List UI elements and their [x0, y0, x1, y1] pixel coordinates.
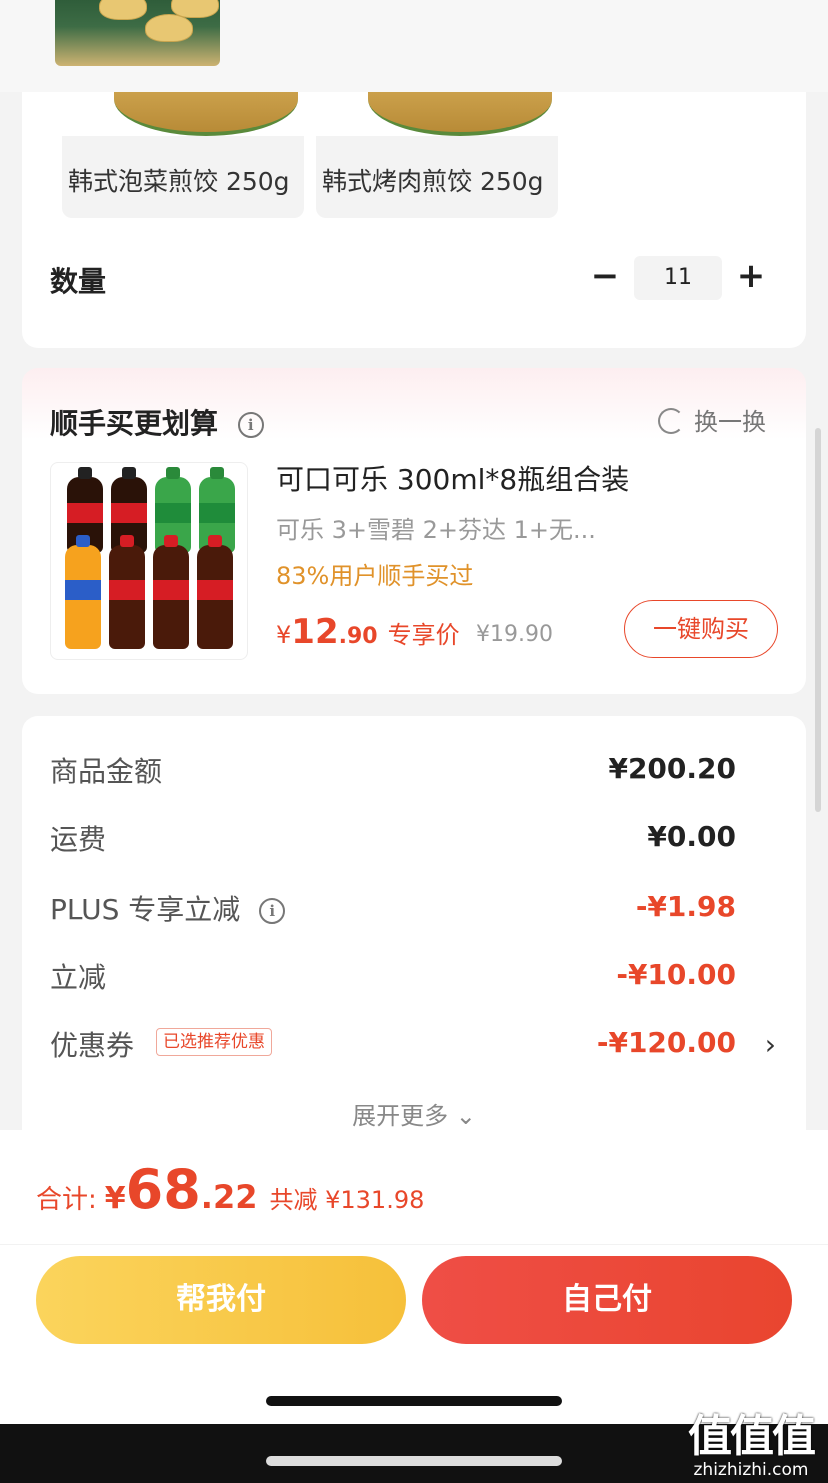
- summary-value-discount: -¥10.00: [616, 958, 736, 991]
- refresh-label: 换一换: [694, 408, 766, 436]
- sku-name: 韩式泡菜煎饺 250g: [68, 167, 290, 196]
- summary-value-shipping: ¥0.00: [647, 820, 736, 853]
- sku-option[interactable]: 韩式泡菜煎饺 250g: [62, 92, 304, 218]
- watermark-logo: 值值值: [688, 1411, 816, 1462]
- quantity-plus-button[interactable]: +: [736, 256, 766, 296]
- quantity-label: 数量: [50, 265, 107, 298]
- refresh-icon: [658, 408, 684, 434]
- checkout-bar: 合计: ¥68.22 共减 ¥131.98 帮我付 自己付: [0, 1130, 828, 1424]
- original-price: ¥19.90: [476, 622, 553, 647]
- summary-label-coupon[interactable]: 优惠券: [50, 1024, 134, 1064]
- upsell-product-desc: 可乐 3+雪碧 2+芬达 1+无...: [276, 516, 596, 544]
- home-indicator[interactable]: [266, 1396, 562, 1406]
- price-integer: 12: [291, 612, 339, 652]
- price-decimal: .90: [338, 624, 378, 649]
- coupon-badge[interactable]: 已选推荐优惠: [156, 1028, 272, 1056]
- top-strip: [0, 0, 828, 92]
- sku-name: 韩式烤肉煎饺 250g: [322, 167, 544, 196]
- upsell-product-image[interactable]: [50, 462, 248, 660]
- price-tag: 专享价: [387, 621, 460, 649]
- info-icon[interactable]: i: [237, 412, 264, 438]
- home-indicator: [266, 1456, 562, 1466]
- summary-label-discount: 立减: [50, 961, 107, 994]
- product-thumbnail[interactable]: [55, 0, 220, 66]
- watermark-url: zhizhizhi.com: [693, 1460, 809, 1480]
- quantity-input[interactable]: 11: [634, 256, 722, 300]
- summary-label-plus-discount: PLUS 专享立减 i: [50, 888, 286, 928]
- chevron-right-icon[interactable]: ›: [765, 1028, 776, 1061]
- summary-value-subtotal: ¥200.20: [608, 752, 736, 785]
- sku-image: [62, 92, 304, 136]
- upsell-card: 顺手买更划算 i 换一换 可口可乐 300ml*8瓶组合装 可乐 3+雪碧 2+…: [22, 368, 806, 694]
- one-click-buy-button[interactable]: 一键购买: [624, 600, 778, 658]
- price-currency: ¥: [276, 621, 292, 649]
- pay-myself-button[interactable]: 自己付: [422, 1256, 792, 1344]
- total-decimal: .22: [200, 1178, 258, 1216]
- info-icon[interactable]: i: [259, 898, 286, 924]
- total-saved: 共减 ¥131.98: [269, 1186, 425, 1214]
- plus-discount-text: PLUS 专享立减: [50, 893, 241, 926]
- summary-label-subtotal: 商品金额: [50, 755, 163, 788]
- expand-more-button[interactable]: 展开更多 ⌄: [22, 1096, 806, 1131]
- upsell-popularity: 83%用户顺手买过: [276, 562, 474, 590]
- upsell-price: ¥12.90 专享价: [276, 612, 460, 652]
- total-label: 合计:: [36, 1185, 97, 1215]
- help-me-pay-button[interactable]: 帮我付: [36, 1256, 406, 1344]
- scrollbar[interactable]: [815, 428, 821, 812]
- total-currency: ¥: [104, 1181, 126, 1216]
- upsell-title: 顺手买更划算 i: [50, 402, 264, 442]
- price-summary-card: 商品金额 ¥200.20 运费 ¥0.00 PLUS 专享立减 i -¥1.98…: [22, 716, 806, 1156]
- quantity-minus-button[interactable]: −: [590, 256, 620, 296]
- sku-option[interactable]: 韩式烤肉煎饺 250g: [316, 92, 558, 218]
- summary-value-plus-discount: -¥1.98: [635, 890, 736, 923]
- sku-image: [316, 92, 558, 136]
- order-total: 合计: ¥68.22 共减 ¥131.98: [36, 1158, 424, 1221]
- upsell-product-name[interactable]: 可口可乐 300ml*8瓶组合装: [276, 458, 629, 498]
- total-integer: 68: [125, 1158, 201, 1221]
- refresh-button[interactable]: 换一换: [658, 402, 766, 437]
- watermark: 值值值 zhizhizhi.com: [676, 1400, 826, 1480]
- divider: [0, 1244, 828, 1245]
- summary-label-shipping: 运费: [50, 823, 107, 856]
- upsell-title-text: 顺手买更划算: [50, 407, 219, 440]
- summary-value-coupon[interactable]: -¥120.00: [597, 1026, 736, 1059]
- product-options-card: 韩式泡菜煎饺 250g 韩式烤肉煎饺 250g 数量 − 11 +: [22, 92, 806, 348]
